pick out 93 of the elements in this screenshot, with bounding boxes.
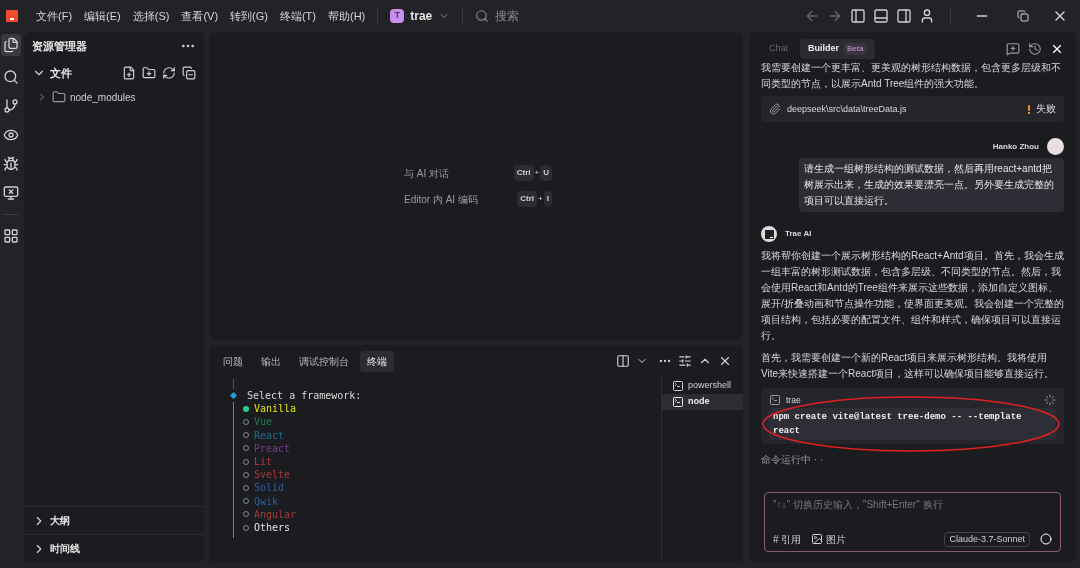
plus-sign: + — [538, 193, 543, 205]
user-name: Hanko Zhou — [992, 140, 1039, 153]
menu-item[interactable]: 选择(S) — [132, 7, 170, 25]
framework-option: Solid — [254, 481, 285, 495]
new-chat-icon[interactable] — [1006, 42, 1020, 56]
search-field[interactable]: 搜索 — [495, 7, 646, 25]
menu-item[interactable]: 查看(V) — [181, 7, 219, 25]
framework-option: Vue — [254, 415, 273, 429]
terminal-item[interactable]: node — [662, 394, 743, 410]
chat-paragraph: 我需要创建一个更丰富、更美观的树形结构数据，包含更多层级和不同类型的节点，以展示Antd Tree组件的强大功能。 — [761, 61, 1062, 91]
section-title[interactable]: 时间线 — [50, 541, 80, 556]
bug-icon[interactable] — [3, 156, 19, 172]
framework-option: Vanilla — [254, 402, 297, 416]
beta-badge: Beta — [844, 43, 867, 55]
key-cap: Ctrl — [513, 165, 534, 181]
panel-bottom-icon[interactable] — [873, 8, 889, 24]
framework-option: React — [254, 428, 285, 442]
chat-tab[interactable]: Builder Beta — [800, 39, 875, 59]
search-icon — [475, 9, 490, 23]
framework-option: Angular — [254, 507, 297, 522]
plus-sign: + — [534, 167, 540, 179]
image-icon[interactable] — [811, 533, 824, 546]
user-avatar — [1047, 138, 1064, 155]
panel-tab[interactable]: 调试控制台 — [292, 350, 356, 372]
user-message: 请生成一组树形结构的测试数据，然后再用react+antd把树展示出来，生成的效果要漂亮一点。另外要生成完整的项目可以直接运行。 — [799, 158, 1064, 212]
refresh-icon[interactable] — [162, 66, 176, 80]
project-avatar: T — [390, 9, 405, 23]
input-action[interactable]: # 引用 — [773, 531, 802, 547]
collapse-all-icon[interactable] — [182, 66, 196, 80]
remote-monitor-icon[interactable] — [3, 185, 19, 201]
search-icon[interactable] — [3, 69, 19, 85]
forward-icon[interactable] — [827, 8, 843, 24]
shortcut-label: Editor 内 AI 编码 — [404, 192, 479, 207]
chat-paragraph: 首先，我需要创建一个新的React项目来展示树形结构。我将使用Vite来快速搭建一个React项目，这样可以确保项目能够直接运行。 — [761, 351, 1056, 381]
eye-icon[interactable] — [3, 127, 19, 143]
shortcut-label: 与 AI 对话 — [404, 166, 450, 181]
framework-option: Lit — [254, 455, 273, 469]
extensions-icon[interactable] — [3, 228, 19, 244]
chat-paragraph: 我将帮你创建一个展示树形结构的React+Antd项目。首先，我会生成一组丰富的树形测试数据，包含多层级、不同类型的节点。然后，我会使用React和Antd的Tree组件来展示这些数据，添加自定义图标、展开/折叠动画和节点操作功能，使界面更美观。我会创建一个完整的项目结构，包括必要的配置文件、组件和样式，确保项目可以直接运行。 — [761, 249, 1064, 343]
explorer-icon[interactable] — [1, 34, 21, 56]
new-file-icon[interactable] — [122, 66, 136, 80]
sliders-icon[interactable] — [678, 354, 692, 368]
panel-tab[interactable]: 终端 — [360, 350, 394, 372]
terminal-item[interactable]: powershell — [662, 378, 743, 394]
assistant-name: Trae AI — [785, 228, 812, 240]
key-cap: Ctrl — [517, 191, 538, 207]
input-action[interactable]: 图片 — [826, 531, 847, 547]
back-icon[interactable] — [804, 8, 820, 24]
panel-left-icon[interactable] — [850, 8, 866, 24]
shell-name: trae — [786, 394, 802, 407]
chat-input[interactable]: "↑↓" 切换历史输入，"Shift+Enter" 换行 — [773, 497, 1052, 512]
running-status: 命令运行中 · · — [761, 453, 825, 467]
new-folder-icon[interactable] — [142, 66, 156, 80]
model-selector[interactable]: Claude-3.7-Sonnet — [944, 531, 1030, 547]
panel-title: 资源管理器 — [32, 38, 87, 54]
menu-item[interactable]: 终端(T) — [279, 7, 316, 25]
section-title[interactable]: 文件 — [50, 64, 118, 82]
terminal-icon — [672, 380, 684, 392]
folder-icon — [52, 90, 66, 104]
project-switcher[interactable]: T trae — [390, 7, 451, 25]
split-icon[interactable] — [616, 354, 630, 368]
app-logo-icon — [6, 10, 18, 22]
paperclip-icon — [769, 103, 781, 115]
terminal-icon — [672, 396, 684, 408]
restore-icon[interactable] — [1017, 10, 1029, 22]
menu-item[interactable]: 帮助(H) — [328, 7, 366, 25]
framework-option: Svelte — [254, 468, 291, 482]
close-icon[interactable] — [1050, 42, 1064, 56]
menu-item[interactable]: 文件(F) — [36, 7, 73, 25]
section-title[interactable]: 大纲 — [50, 513, 70, 528]
assistant-avatar-icon — [761, 226, 777, 242]
framework-option: Others — [254, 521, 291, 535]
user-icon[interactable] — [919, 8, 935, 24]
terminal-prompt: Select a framework: — [247, 389, 362, 403]
panel-right-icon[interactable] — [896, 8, 912, 24]
menu-item[interactable]: 转到(G) — [230, 7, 268, 25]
history-icon[interactable] — [1028, 42, 1042, 56]
send-icon[interactable] — [1040, 533, 1052, 546]
status-label: 失败 — [1036, 102, 1056, 116]
loading-icon — [1044, 394, 1056, 406]
panel-tab[interactable]: 输出 — [254, 350, 288, 372]
key-cap: I — [543, 191, 552, 207]
terminal-icon — [769, 394, 781, 406]
command-text: npm create vite@latest tree-demo -- --template react — [769, 408, 1056, 440]
framework-option: Preact — [254, 441, 291, 455]
key-cap: U — [540, 165, 552, 181]
source-control-icon[interactable] — [3, 98, 19, 114]
framework-option: Qwik — [254, 494, 279, 508]
menu-item[interactable]: 编辑(E) — [84, 7, 121, 25]
tree-item[interactable]: node_modules — [70, 89, 136, 105]
file-path[interactable]: deepseek\src\data\treeData.js — [787, 101, 1022, 117]
panel-tab[interactable]: 问题 — [216, 350, 250, 372]
close-icon[interactable] — [718, 354, 732, 368]
